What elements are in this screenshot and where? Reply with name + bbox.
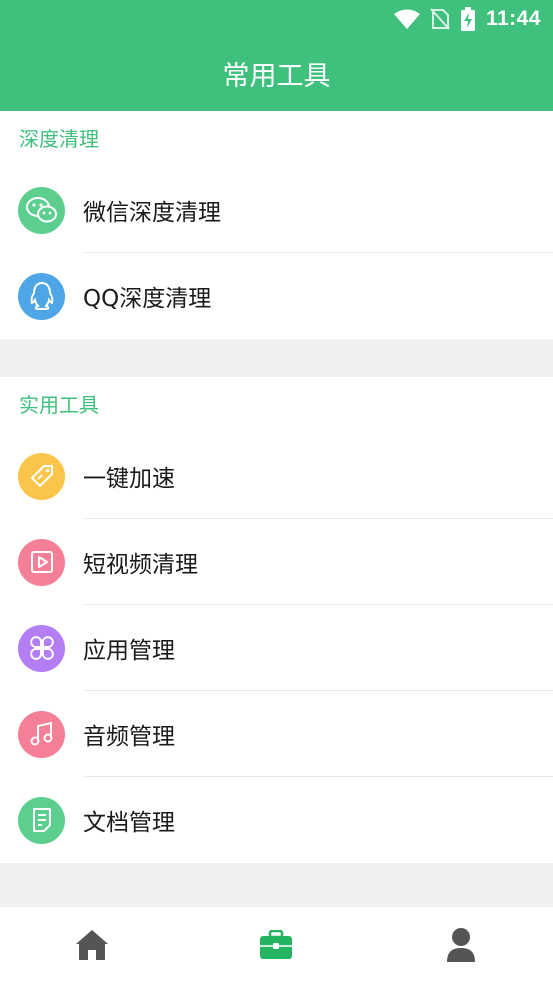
item-label: 短视频清理 <box>83 552 198 578</box>
tab-home[interactable] <box>0 907 184 983</box>
page-title: 常用工具 <box>222 61 331 92</box>
item-label: 微信深度清理 <box>83 200 221 226</box>
battery-charging-icon <box>460 7 475 31</box>
item-label: 文档管理 <box>83 810 175 836</box>
document-icon <box>18 796 65 844</box>
item-label: 一键加速 <box>83 466 175 492</box>
section-utilities: 实用工具 一键加速 短视频清理 应用管理 音频管理 文档管理 <box>0 377 553 863</box>
video-play-icon <box>18 538 65 586</box>
bottom-tab-bar <box>0 907 553 983</box>
wifi-icon <box>393 9 420 29</box>
tab-profile[interactable] <box>369 907 553 983</box>
short-video-clean-item[interactable]: 短视频清理 <box>0 519 553 605</box>
wechat-icon <box>18 186 65 234</box>
qq-deep-clean-item[interactable]: QQ深度清理 <box>0 253 553 339</box>
status-time: 11:44 <box>485 7 541 30</box>
audio-management-item[interactable]: 音频管理 <box>0 691 553 777</box>
item-label: QQ深度清理 <box>83 286 212 312</box>
app-management-item[interactable]: 应用管理 <box>0 605 553 691</box>
qq-penguin-icon <box>18 272 65 320</box>
document-management-item[interactable]: 文档管理 <box>0 777 553 863</box>
app-header: 11:44 常用工具 <box>0 0 553 111</box>
user-icon <box>446 928 475 962</box>
music-note-icon <box>18 710 65 758</box>
rocket-tag-icon <box>18 452 65 500</box>
toolbox-icon <box>260 930 293 959</box>
one-click-boost-item[interactable]: 一键加速 <box>0 433 553 519</box>
home-icon <box>76 930 109 960</box>
status-bar: 11:44 <box>0 0 553 38</box>
section-deep-clean: 深度清理 微信深度清理 QQ深度清理 <box>0 111 553 339</box>
section-title: 实用工具 <box>19 393 99 417</box>
tab-tools[interactable] <box>184 907 368 983</box>
section-title: 深度清理 <box>19 127 99 151</box>
wechat-deep-clean-item[interactable]: 微信深度清理 <box>0 167 553 253</box>
item-label: 音频管理 <box>83 724 175 750</box>
app-grid-icon <box>18 624 65 672</box>
item-label: 应用管理 <box>83 638 175 664</box>
no-sim-icon <box>430 8 450 30</box>
